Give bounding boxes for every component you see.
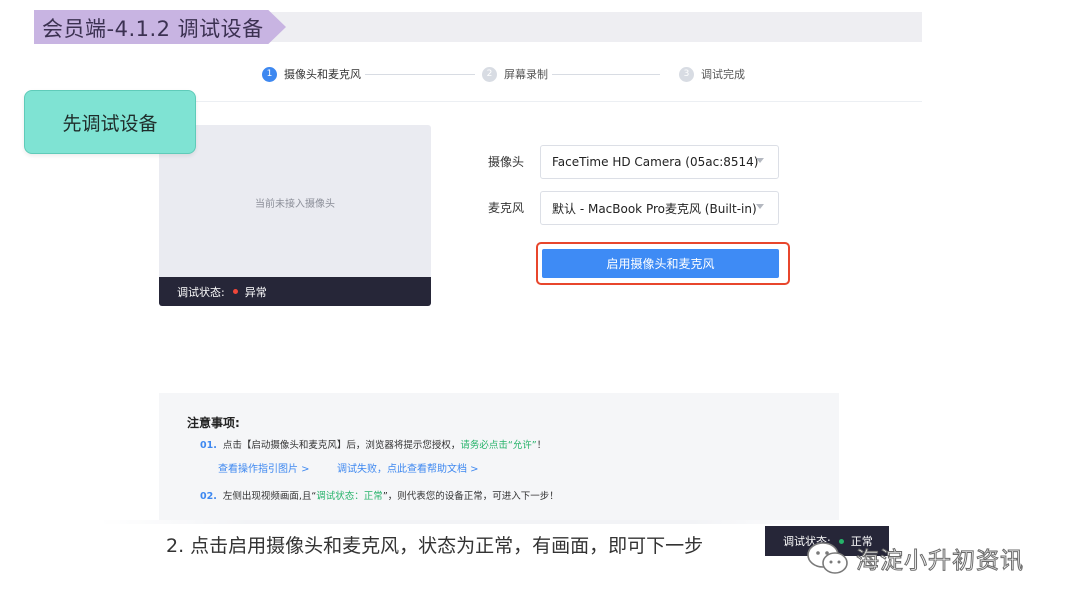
step-number: 3	[679, 66, 694, 82]
note-number: 02.	[200, 491, 217, 502]
page-title: 会员端-4.1.2 调试设备	[42, 17, 264, 41]
camera-select[interactable]: FaceTime HD Camera (05ac:8514)	[540, 145, 779, 179]
notes-title: 注意事项:	[187, 416, 240, 430]
notes-panel: 注意事项: 01. 点击【启动摄像头和麦克风】后，浏览器将提示您授权，请务必点击“…	[159, 393, 839, 520]
step-connector	[365, 74, 475, 75]
chevron-down-icon	[756, 204, 764, 209]
note-text-end: ！	[536, 440, 547, 451]
step-label: 摄像头和麦克风	[284, 68, 361, 81]
watermark: 海淀小升初资讯	[806, 540, 1024, 576]
note-text: 点击【启动摄像头和麦克风】后，浏览器将提示您授权，	[222, 440, 461, 451]
mic-label: 麦克风	[488, 201, 525, 215]
status-bar: 调试状态: 异常	[159, 277, 431, 306]
divider	[100, 520, 840, 524]
chevron-down-icon	[756, 158, 764, 163]
guide-images-link[interactable]: 查看操作指引图片 >	[218, 460, 310, 475]
callout-note: 先调试设备	[24, 90, 196, 154]
note-text-end: ”，则代表您的设备正常，可进入下一步！	[382, 491, 559, 502]
step-complete[interactable]: 3 调试完成	[679, 66, 745, 82]
camera-label: 摄像头	[488, 155, 525, 169]
step-number: 1	[262, 66, 277, 82]
step-screen-record[interactable]: 2 屏幕录制	[482, 66, 548, 82]
step-label: 调试完成	[701, 68, 745, 81]
status-value: 异常	[244, 285, 267, 299]
enable-camera-mic-button[interactable]: 启用摄像头和麦克风	[542, 249, 779, 278]
note-item-1: 01. 点击【启动摄像头和麦克风】后，浏览器将提示您授权，请务必点击“允许”！	[200, 437, 546, 451]
caption: 2. 点击启用摄像头和麦克风，状态为正常，有画面，即可下一步	[166, 535, 704, 557]
stepper: 1 摄像头和麦克风 2 屏幕录制 3 调试完成	[262, 66, 762, 84]
camera-select-value: FaceTime HD Camera (05ac:8514)	[552, 155, 759, 169]
preview-placeholder: 当前未接入摄像头	[255, 199, 335, 210]
camera-preview: 当前未接入摄像头 调试状态: 异常	[159, 125, 431, 306]
note-text: 左侧出现视频画面,且“	[222, 491, 317, 502]
note-emphasis: 请务必点击“允许”	[460, 440, 537, 451]
help-doc-link[interactable]: 调试失败，点此查看帮助文档 >	[337, 460, 479, 475]
mic-select[interactable]: 默认 - MacBook Pro麦克风 (Built-in)	[540, 191, 779, 225]
step-connector	[552, 74, 660, 75]
note-number: 01.	[200, 440, 217, 451]
step-label: 屏幕录制	[504, 68, 548, 81]
watermark-text: 海淀小升初资讯	[856, 548, 1024, 575]
status-label: 调试状态:	[177, 285, 225, 299]
note-emphasis: 调试状态：正常	[316, 491, 383, 502]
divider	[100, 101, 922, 102]
status-dot-icon	[232, 289, 238, 294]
step-number: 2	[482, 66, 497, 82]
step-camera-mic[interactable]: 1 摄像头和麦克风	[262, 66, 361, 82]
wechat-icon	[807, 542, 848, 574]
mic-select-value: 默认 - MacBook Pro麦克风 (Built-in)	[552, 201, 757, 216]
note-item-2: 02. 左侧出现视频画面,且“调试状态：正常”，则代表您的设备正常，可进入下一步！	[200, 488, 559, 502]
